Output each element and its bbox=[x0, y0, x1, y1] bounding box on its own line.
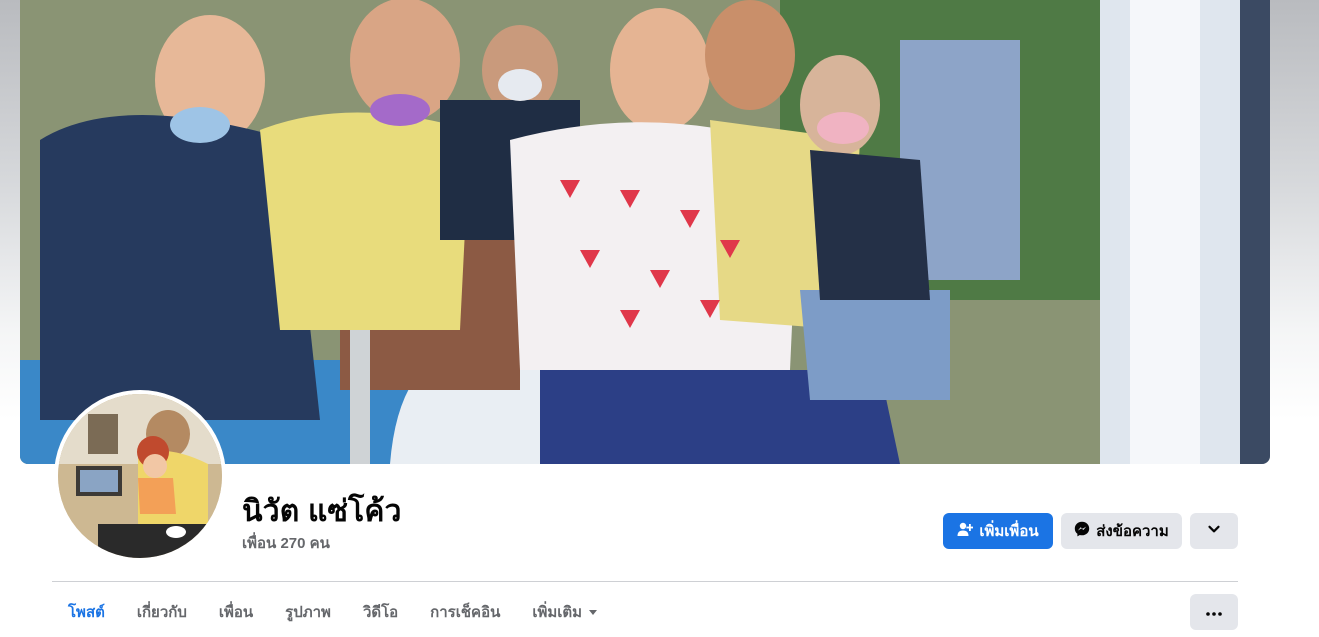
tab-photos[interactable]: รูปภาพ bbox=[269, 588, 347, 636]
profile-dropdown-button[interactable] bbox=[1190, 513, 1238, 549]
tab-label: เพื่อน bbox=[218, 604, 254, 621]
more-options-button[interactable] bbox=[1190, 594, 1238, 630]
tab-label: โพสต์ bbox=[68, 604, 105, 621]
add-friend-button[interactable]: เพิ่มเพื่อน bbox=[943, 513, 1053, 549]
tab-about[interactable]: เกี่ยวกับ bbox=[121, 588, 203, 636]
message-label: ส่งข้อความ bbox=[1096, 523, 1169, 540]
message-button[interactable]: ส่งข้อความ bbox=[1061, 513, 1182, 549]
avatar bbox=[58, 394, 222, 558]
tab-label: เกี่ยวกับ bbox=[136, 604, 187, 621]
caret-down-icon bbox=[588, 604, 598, 621]
tab-label: รูปภาพ bbox=[285, 604, 331, 621]
tab-more[interactable]: เพิ่มเติม bbox=[516, 588, 614, 636]
profile-tabs: โพสต์ เกี่ยวกับ เพื่อน รูปภาพ วิดีโอ การ… bbox=[52, 588, 614, 637]
header-divider bbox=[52, 581, 1238, 582]
ellipsis-icon bbox=[1206, 603, 1222, 621]
person-plus-icon bbox=[957, 521, 974, 541]
tab-friends[interactable]: เพื่อน bbox=[203, 588, 269, 636]
add-friend-label: เพิ่มเพื่อน bbox=[979, 523, 1039, 540]
tab-videos[interactable]: วิดีโอ bbox=[347, 588, 414, 636]
chevron-down-icon bbox=[1207, 522, 1221, 540]
tab-label: วิดีโอ bbox=[362, 604, 399, 621]
messenger-icon bbox=[1074, 521, 1090, 541]
tab-label: การเช็คอิน bbox=[430, 604, 501, 621]
profile-picture[interactable] bbox=[54, 390, 226, 562]
tab-checkins[interactable]: การเช็คอิน bbox=[414, 588, 516, 636]
cover-photo[interactable] bbox=[20, 0, 1270, 464]
profile-name: นิวัต แซ่โค้ว bbox=[242, 495, 402, 528]
tab-posts[interactable]: โพสต์ bbox=[52, 588, 121, 636]
friend-count[interactable]: เพื่อน 270 คน bbox=[242, 531, 330, 555]
tab-label: เพิ่มเติม bbox=[532, 604, 583, 621]
